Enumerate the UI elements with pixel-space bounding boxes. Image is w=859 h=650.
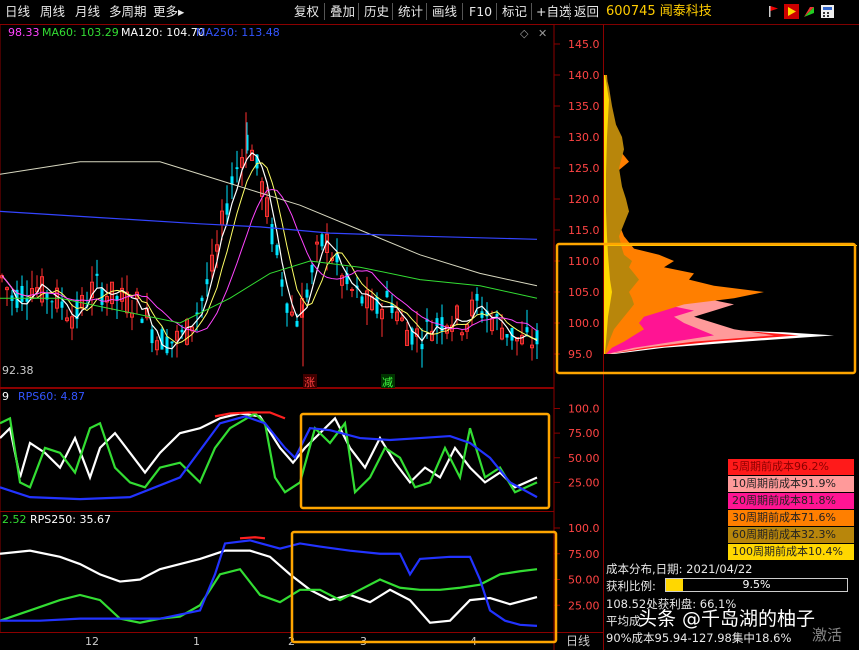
rps250-panel-frame bbox=[0, 511, 555, 633]
candle-down bbox=[140, 318, 144, 323]
candle-down bbox=[270, 224, 274, 245]
diamond-icon[interactable]: ◇ bbox=[520, 27, 529, 40]
price-tick-label: 125.0 bbox=[568, 162, 600, 175]
rps60-layer bbox=[0, 411, 538, 501]
candle-up bbox=[350, 289, 354, 292]
candle-down bbox=[525, 327, 529, 333]
cost-legend-30: 30周期前成本71.6% bbox=[728, 510, 854, 526]
jian-marker: 减 bbox=[382, 376, 393, 389]
rps60-tick-label: 100.0 bbox=[568, 403, 600, 416]
candle-down bbox=[310, 264, 314, 273]
candle-down bbox=[95, 273, 99, 276]
candle-down bbox=[160, 329, 164, 350]
cost-legend-60: 60周期前成本32.3% bbox=[728, 527, 854, 543]
zhang-marker: 涨 bbox=[304, 376, 315, 389]
price-tick-label: 110.0 bbox=[568, 255, 600, 268]
highlight-rps60 bbox=[299, 412, 551, 510]
candle-down bbox=[495, 313, 499, 317]
rps60-label: RPS60: 4.87 bbox=[18, 390, 85, 403]
candle-down bbox=[505, 334, 509, 338]
cost-date-line: 成本分布,日期: 2021/04/22 bbox=[606, 562, 753, 576]
candle-down bbox=[235, 167, 239, 170]
candle-down bbox=[295, 320, 299, 327]
price-tick-label: 100.0 bbox=[568, 317, 600, 330]
price-tick-label: 140.0 bbox=[568, 69, 600, 82]
rps250-tick-label: 75.00 bbox=[568, 548, 600, 561]
ma120-legend: MA120: 104.70 bbox=[121, 26, 205, 39]
candle-down bbox=[165, 336, 169, 354]
candle-down bbox=[535, 330, 539, 345]
candle-down bbox=[420, 344, 424, 350]
period-label[interactable]: 日线 bbox=[566, 634, 590, 648]
cost-legend-20: 20周期前成本81.8% bbox=[728, 493, 854, 509]
price-tick-label: 115.0 bbox=[568, 224, 600, 237]
cost-legend-100: 100周期前成本10.4% bbox=[728, 544, 854, 560]
profit-ratio-bar: 9.5% bbox=[665, 578, 848, 592]
cost-legend-5: 5周期前成本96.2% bbox=[728, 459, 854, 475]
candles-layer bbox=[0, 112, 539, 368]
candle-down bbox=[280, 279, 284, 287]
cost-concentration-line: 90%成本95.94-127.98集中18.6% bbox=[606, 631, 792, 645]
cost-distribution-profile bbox=[604, 75, 857, 354]
profit-ratio-value: 9.5% bbox=[742, 578, 771, 591]
candle-down bbox=[50, 301, 54, 303]
rps-white-line bbox=[0, 412, 538, 489]
ma60-line bbox=[0, 260, 538, 324]
rps250-tick-label: 25.00 bbox=[568, 599, 600, 612]
candle-down bbox=[60, 301, 64, 308]
candle-down bbox=[150, 329, 154, 344]
candle-down bbox=[360, 296, 364, 304]
candle-down bbox=[225, 203, 229, 215]
ma120-line bbox=[0, 161, 538, 287]
ma5-line bbox=[1, 151, 538, 350]
price-tick-label: 130.0 bbox=[568, 131, 600, 144]
axes-layer: 145.0 140.0 135.0 130.0 125.0 120.0 115.0 110.0… bbox=[554, 38, 600, 612]
rps2-prefix: 2.52 bbox=[2, 513, 27, 526]
price-tick-label: 135.0 bbox=[568, 100, 600, 113]
ma60-legend: MA60: 103.29 bbox=[42, 26, 119, 39]
rps-green-line bbox=[0, 412, 538, 495]
candle-down bbox=[390, 303, 394, 313]
rps60-tick-label: 50.00 bbox=[568, 452, 600, 465]
candle-down bbox=[230, 176, 234, 185]
rps250-tick-label: 50.00 bbox=[568, 574, 600, 587]
watermark: 头条 @千岛湖的柚子 bbox=[638, 608, 816, 630]
rps-white-line bbox=[0, 549, 538, 624]
candle-down bbox=[275, 245, 279, 256]
candle-down bbox=[435, 318, 439, 327]
rps250-tick-label: 100.0 bbox=[568, 522, 600, 535]
main-panel-frame bbox=[0, 24, 555, 388]
average-cost-line: 平均成 bbox=[606, 614, 641, 628]
rps60-tick-label: 75.00 bbox=[568, 427, 600, 440]
ma30-legend: 98.33 bbox=[8, 26, 40, 39]
rps250-layer bbox=[0, 536, 538, 627]
candle-down bbox=[170, 341, 174, 344]
rps-red-line bbox=[239, 536, 266, 540]
ma250-legend: MA250: 113.48 bbox=[196, 26, 280, 39]
candle-down bbox=[385, 290, 389, 298]
price-tick-label: 105.0 bbox=[568, 286, 600, 299]
profit-ratio-label: 获利比例: bbox=[606, 579, 656, 593]
rps250-label: RPS250: 35.67 bbox=[30, 513, 111, 526]
rps60-tick-label: 25.00 bbox=[568, 476, 600, 489]
cost-legend-10: 10周期前成本91.9% bbox=[728, 476, 854, 492]
candle-down bbox=[305, 289, 309, 298]
candle-down bbox=[475, 293, 479, 301]
candle-down bbox=[180, 329, 184, 333]
candle-down bbox=[285, 303, 289, 313]
low-price-label: 92.38 bbox=[2, 364, 34, 377]
close-icon[interactable]: ✕ bbox=[538, 27, 547, 40]
candle-down bbox=[200, 297, 204, 302]
candle-down bbox=[320, 234, 324, 247]
xaxis-dec: 12 bbox=[85, 635, 99, 648]
xaxis-jan: 1 bbox=[193, 635, 200, 648]
price-tick-label: 95.0 bbox=[568, 348, 593, 361]
watermark-corner: 激活 bbox=[812, 626, 843, 644]
candle-down bbox=[205, 279, 209, 285]
rps1-prefix: 9 bbox=[2, 390, 9, 403]
price-tick-label: 120.0 bbox=[568, 193, 600, 206]
price-tick-label: 145.0 bbox=[568, 38, 600, 51]
